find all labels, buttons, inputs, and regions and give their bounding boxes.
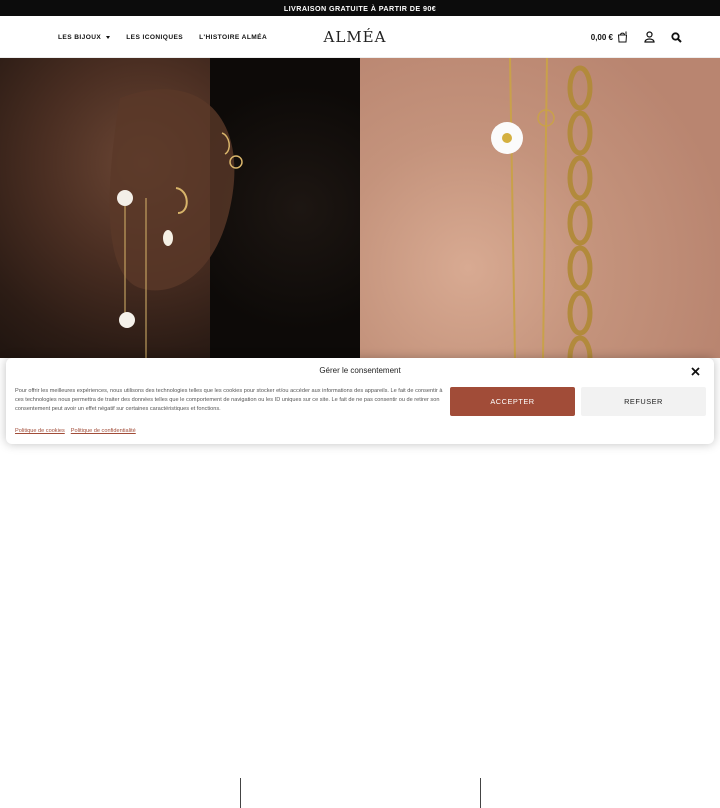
logo-text: ALMÉA <box>323 28 387 46</box>
earrings-illustration <box>109 89 243 358</box>
nav-item-label: L'HISTOIRE ALMÉA <box>199 33 268 41</box>
search-icon[interactable] <box>671 31 682 43</box>
consent-body: Pour offrir les meilleures expériences, … <box>15 388 443 412</box>
promo-bar: LIVRAISON GRATUITE À PARTIR DE 90€ <box>0 0 720 16</box>
nav-item-bijoux[interactable]: LES BIJOUX <box>58 33 111 41</box>
cookie-policy-link[interactable]: Politique de cookies <box>15 428 65 434</box>
privacy-policy-link[interactable]: Politique de confidentialité <box>71 428 136 434</box>
nav-item-iconiques[interactable]: LES ICONIQUES <box>126 34 183 41</box>
site-logo[interactable]: ALMÉA <box>324 28 386 46</box>
cart-button[interactable]: 0,00 € 0 <box>591 31 628 43</box>
bag-icon: 0 <box>617 31 628 43</box>
bracelets-photo[interactable] <box>360 58 720 358</box>
bracelets-illustration <box>491 58 593 358</box>
close-icon[interactable] <box>688 364 702 378</box>
cart-amount: 0,00 € <box>590 32 613 42</box>
consent-links: Politique de cookies Politique de confid… <box>15 428 136 434</box>
refuse-button[interactable]: REFUSER <box>581 387 706 416</box>
cart-count: 0 <box>625 31 628 35</box>
caret-down-icon <box>106 35 111 39</box>
header-actions: 0,00 € 0 <box>591 16 682 58</box>
earrings-photo[interactable] <box>0 58 360 358</box>
column-divider <box>240 778 241 808</box>
column-divider <box>480 778 481 808</box>
accept-button[interactable]: ACCEPTER <box>450 387 575 416</box>
nav-item-label: LES BIJOUX <box>58 33 102 41</box>
nav-item-label: LES ICONIQUES <box>126 33 184 41</box>
cookie-consent-dialog: Gérer le consentement Pour offrir les me… <box>6 358 714 444</box>
hero-banner <box>0 58 720 358</box>
user-icon[interactable] <box>644 31 655 43</box>
nav-item-histoire[interactable]: L'HISTOIRE ALMÉA <box>199 34 267 41</box>
promo-text: LIVRAISON GRATUITE À PARTIR DE 90€ <box>283 3 437 13</box>
site-header: LES BIJOUX LES ICONIQUES L'HISTOIRE ALMÉ… <box>0 16 720 58</box>
consent-title: Gérer le consentement <box>319 366 401 375</box>
main-nav: LES BIJOUX LES ICONIQUES L'HISTOIRE ALMÉ… <box>58 16 267 58</box>
